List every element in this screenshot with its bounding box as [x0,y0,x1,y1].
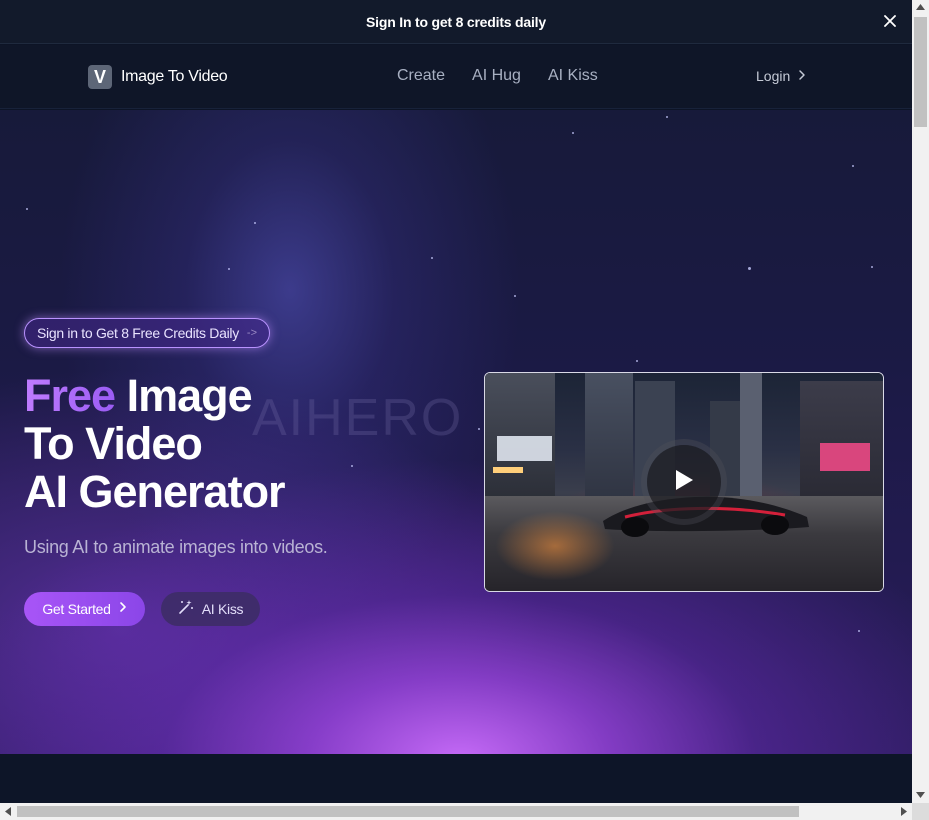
brand[interactable]: V Image To Video [88,65,228,89]
next-section [0,754,912,803]
chevron-right-icon [119,600,127,618]
magic-wand-icon [178,599,194,620]
ai-kiss-label: AI Kiss [201,601,244,617]
get-started-label: Get Started [42,601,111,617]
top-nav: V Image To Video Create AI Hug AI Kiss L… [0,45,912,109]
hero-section: AIHERO Sign in to Get 8 Free Credits Dai… [0,110,912,754]
headline-accent: Free [24,370,116,421]
banner-text: Sign In to get 8 credits daily [366,13,546,30]
chevron-right-icon [798,68,806,84]
brand-logo-icon: V [88,65,112,89]
login-button[interactable]: Login [756,68,806,84]
play-icon [673,468,695,497]
scroll-up-icon[interactable] [916,4,925,10]
get-started-button[interactable]: Get Started [24,592,145,626]
nav-links: Create AI Hug AI Kiss [397,67,598,85]
signin-pill-label: Sign in to Get 8 Free Credits Daily [37,325,239,341]
vertical-scrollbar-thumb[interactable] [914,17,927,127]
page: Sign In to get 8 credits daily V Image T… [0,0,912,803]
scroll-right-icon[interactable] [901,807,907,816]
headline-line3: AI Generator [24,466,286,517]
horizontal-scrollbar-thumb[interactable] [17,806,799,817]
scroll-down-icon[interactable] [916,792,925,798]
signin-credits-pill[interactable]: Sign in to Get 8 Free Credits Daily -> [24,318,271,348]
ai-kiss-button[interactable]: AI Kiss [161,592,260,626]
login-label: Login [756,68,791,84]
play-button[interactable] [647,445,721,519]
nav-link-create[interactable]: Create [397,67,445,85]
nav-link-ai-kiss[interactable]: AI Kiss [548,67,598,85]
nav-link-ai-hug[interactable]: AI Hug [472,67,521,85]
hero-subtitle: Using AI to animate images into videos. [24,537,328,557]
arrow-right-icon: -> [246,327,258,339]
close-icon[interactable] [882,13,898,29]
demo-video[interactable] [484,372,884,592]
headline-line1: Image [126,370,253,421]
page-title: Free Image To Video AI Generator [24,372,444,516]
brand-name: Image To Video [121,68,228,85]
scrollbar-corner [912,803,929,820]
signin-banner[interactable]: Sign In to get 8 credits daily [0,0,912,44]
scroll-left-icon[interactable] [5,807,11,816]
headline-line2: To Video [24,418,203,469]
